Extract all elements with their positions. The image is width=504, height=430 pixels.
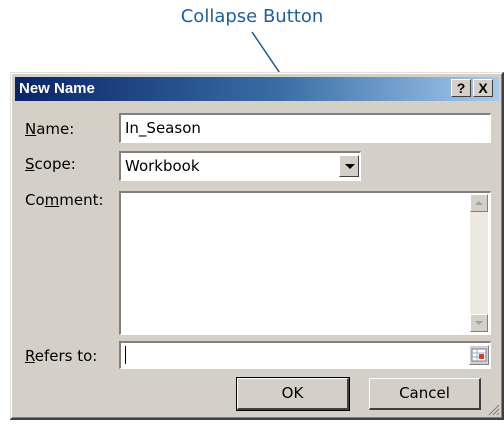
dialog-title-bar[interactable]: New Name ? X [15,77,499,101]
name-label: Name: [25,120,75,138]
collapse-button[interactable] [469,345,489,365]
comment-scrollbar[interactable] [470,194,488,332]
text-cursor [125,346,126,364]
scroll-up-icon[interactable] [470,194,488,212]
cancel-button[interactable]: Cancel [369,378,481,410]
collapse-dialog-icon [471,348,487,362]
new-name-dialog: New Name ? X Name: In_Season Scope: Work… [10,72,504,420]
collapse-button-callout: Collapse Button [180,6,324,27]
scroll-down-icon[interactable] [470,314,488,332]
ok-button[interactable]: OK [236,377,350,411]
scope-select[interactable]: Workbook [119,151,361,181]
scope-label: Scope: [25,155,76,173]
refers-to-input[interactable] [119,341,491,369]
scope-dropdown-button[interactable] [339,155,359,177]
comment-textarea[interactable] [119,191,491,335]
dialog-title: New Name [19,80,95,97]
resize-grip-icon[interactable] [488,404,500,416]
comment-label: Comment: [25,191,104,209]
refers-to-label: Refers to: [25,347,98,365]
close-button[interactable]: X [473,79,493,97]
name-input[interactable]: In_Season [119,113,491,143]
help-button[interactable]: ? [451,79,471,97]
